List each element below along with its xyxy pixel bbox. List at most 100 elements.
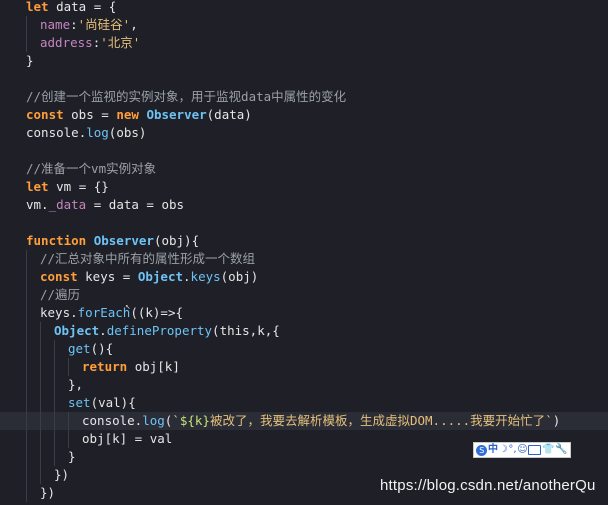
code-token: = {} <box>78 179 109 194</box>
ime-halfwidth-icon[interactable]: ☽ <box>499 443 508 457</box>
code-area[interactable]: let data = {name:'尚硅谷', address:'北京'} //创建… <box>0 0 608 505</box>
code-token: const <box>40 269 86 284</box>
indent-guide <box>68 412 82 430</box>
indent-guide <box>26 34 40 52</box>
code-token: name <box>40 17 71 32</box>
ime-keyboard-icon[interactable] <box>528 445 542 455</box>
indent-guide <box>40 448 54 466</box>
code-line[interactable]: const obs = new Observer(data) <box>0 106 608 124</box>
indent-guide <box>26 340 40 358</box>
indent-guide <box>26 286 40 304</box>
code-token: (obj){ <box>153 233 200 248</box>
code-token: forEach <box>77 305 131 320</box>
code-token: : <box>70 17 78 32</box>
code-line[interactable] <box>0 142 608 160</box>
indent-guide <box>26 268 40 286</box>
code-line[interactable]: Object.defineProperty(this,k,{ <box>0 322 608 340</box>
code-token: let <box>26 0 57 14</box>
code-line[interactable]: //创建一个监视的实例对象，用于监视data中属性的变化 <box>0 88 608 106</box>
indent-guide <box>54 430 68 448</box>
code-token: = <box>122 269 138 284</box>
code-line[interactable]: }, <box>0 376 608 394</box>
ime-language-toggle[interactable]: 中 <box>488 443 498 457</box>
code-token: function <box>26 233 94 248</box>
indent-guide <box>26 304 40 322</box>
indent-guide <box>26 466 40 484</box>
code-line[interactable]: get(){ <box>0 340 608 358</box>
code-line[interactable]: //遍历 <box>0 286 608 304</box>
indent-guide <box>40 394 54 412</box>
ime-punctuation-icon[interactable]: °, <box>508 443 516 457</box>
code-token: (val){ <box>90 395 136 410</box>
code-line[interactable]: keys.forEach((k)=>{ <box>0 304 608 322</box>
code-token: . <box>183 269 191 284</box>
code-token: obj[k] = val <box>82 431 173 446</box>
code-token: ` <box>545 413 553 428</box>
watermark-text: https://blog.csdn.net/anotherQu <box>380 477 596 494</box>
code-token: '尚硅谷' <box>77 17 131 32</box>
code-line[interactable]: name:'尚硅谷', <box>0 16 608 34</box>
code-line[interactable]: } <box>0 52 608 70</box>
code-line[interactable]: console.log(obs) <box>0 124 608 142</box>
indent-guide <box>68 358 82 376</box>
code-token: = <box>101 107 117 122</box>
code-token: } <box>26 53 34 68</box>
code-token: keys. <box>40 305 78 320</box>
code-token: }) <box>54 467 70 482</box>
indent-guide <box>40 466 54 484</box>
code-token: ) <box>552 413 561 428</box>
code-line[interactable]: let vm = {} <box>0 178 608 196</box>
code-token: obs <box>71 107 102 122</box>
indent-guide <box>26 484 40 502</box>
indent-guide <box>26 430 40 448</box>
code-token: . <box>99 323 107 338</box>
code-line[interactable]: return obj[k] <box>0 358 608 376</box>
code-token: log <box>142 413 165 428</box>
code-token: }) <box>40 485 56 500</box>
code-token: _data <box>48 197 87 212</box>
ime-toolbar[interactable]: S 中 ☽ °, ☺ 👕 🔧 <box>473 442 571 458</box>
indent-guide <box>26 376 40 394</box>
code-line[interactable]: set(val){ <box>0 394 608 412</box>
code-editor[interactable]: let data = {name:'尚硅谷', address:'北京'} //创建… <box>0 0 608 505</box>
code-line[interactable]: address:'北京' <box>0 34 608 52</box>
code-line[interactable]: console.log(`${k}被改了，我要去解析模板，生成虚拟DOM....… <box>0 412 608 430</box>
ime-settings-icon[interactable]: 🔧 <box>555 443 567 457</box>
code-token: console <box>26 125 79 140</box>
code-line[interactable] <box>0 214 608 232</box>
code-line[interactable]: const keys = Object.keys(obj) <box>0 268 608 286</box>
code-token: (data) <box>206 107 252 122</box>
code-line[interactable]: function Observer(obj){ <box>0 232 608 250</box>
code-line[interactable]: let data = { <box>0 0 608 16</box>
code-line[interactable]: //汇总对象中所有的属性形成一个数组 <box>0 250 608 268</box>
code-token: (obs) <box>108 125 147 140</box>
ime-emoji-icon[interactable]: ☺ <box>517 443 527 457</box>
code-token: obj[k] <box>134 359 180 374</box>
code-token: (obj) <box>220 269 259 284</box>
code-token: log <box>86 125 109 140</box>
code-token: //准备一个vm实例对象 <box>26 161 157 176</box>
code-token: keys <box>190 269 221 284</box>
code-token: keys <box>85 269 123 284</box>
indent-guide <box>54 448 68 466</box>
indent-guide <box>40 412 54 430</box>
code-token: set <box>68 395 91 410</box>
code-token: //遍历 <box>40 287 81 302</box>
code-token: `${k} <box>172 413 210 428</box>
code-line[interactable]: vm._data = data = obs <box>0 196 608 214</box>
indent-guide <box>26 412 40 430</box>
indent-guide <box>68 430 82 448</box>
indent-guide <box>54 394 68 412</box>
indent-guide <box>40 376 54 394</box>
indent-guide <box>54 340 68 358</box>
code-line[interactable]: //准备一个vm实例对象 <box>0 160 608 178</box>
mouse-cursor-icon: ↖ <box>125 302 131 312</box>
code-token: const <box>26 107 72 122</box>
ime-skin-icon[interactable]: 👕 <box>542 443 554 457</box>
code-token: defineProperty <box>106 323 213 338</box>
code-token: //创建一个监视的实例对象，用于监视data中属性的变化 <box>26 89 347 104</box>
code-token: Object <box>137 269 184 284</box>
code-token: Observer <box>146 107 207 122</box>
code-line[interactable] <box>0 70 608 88</box>
ime-logo-icon[interactable]: S <box>476 444 488 456</box>
